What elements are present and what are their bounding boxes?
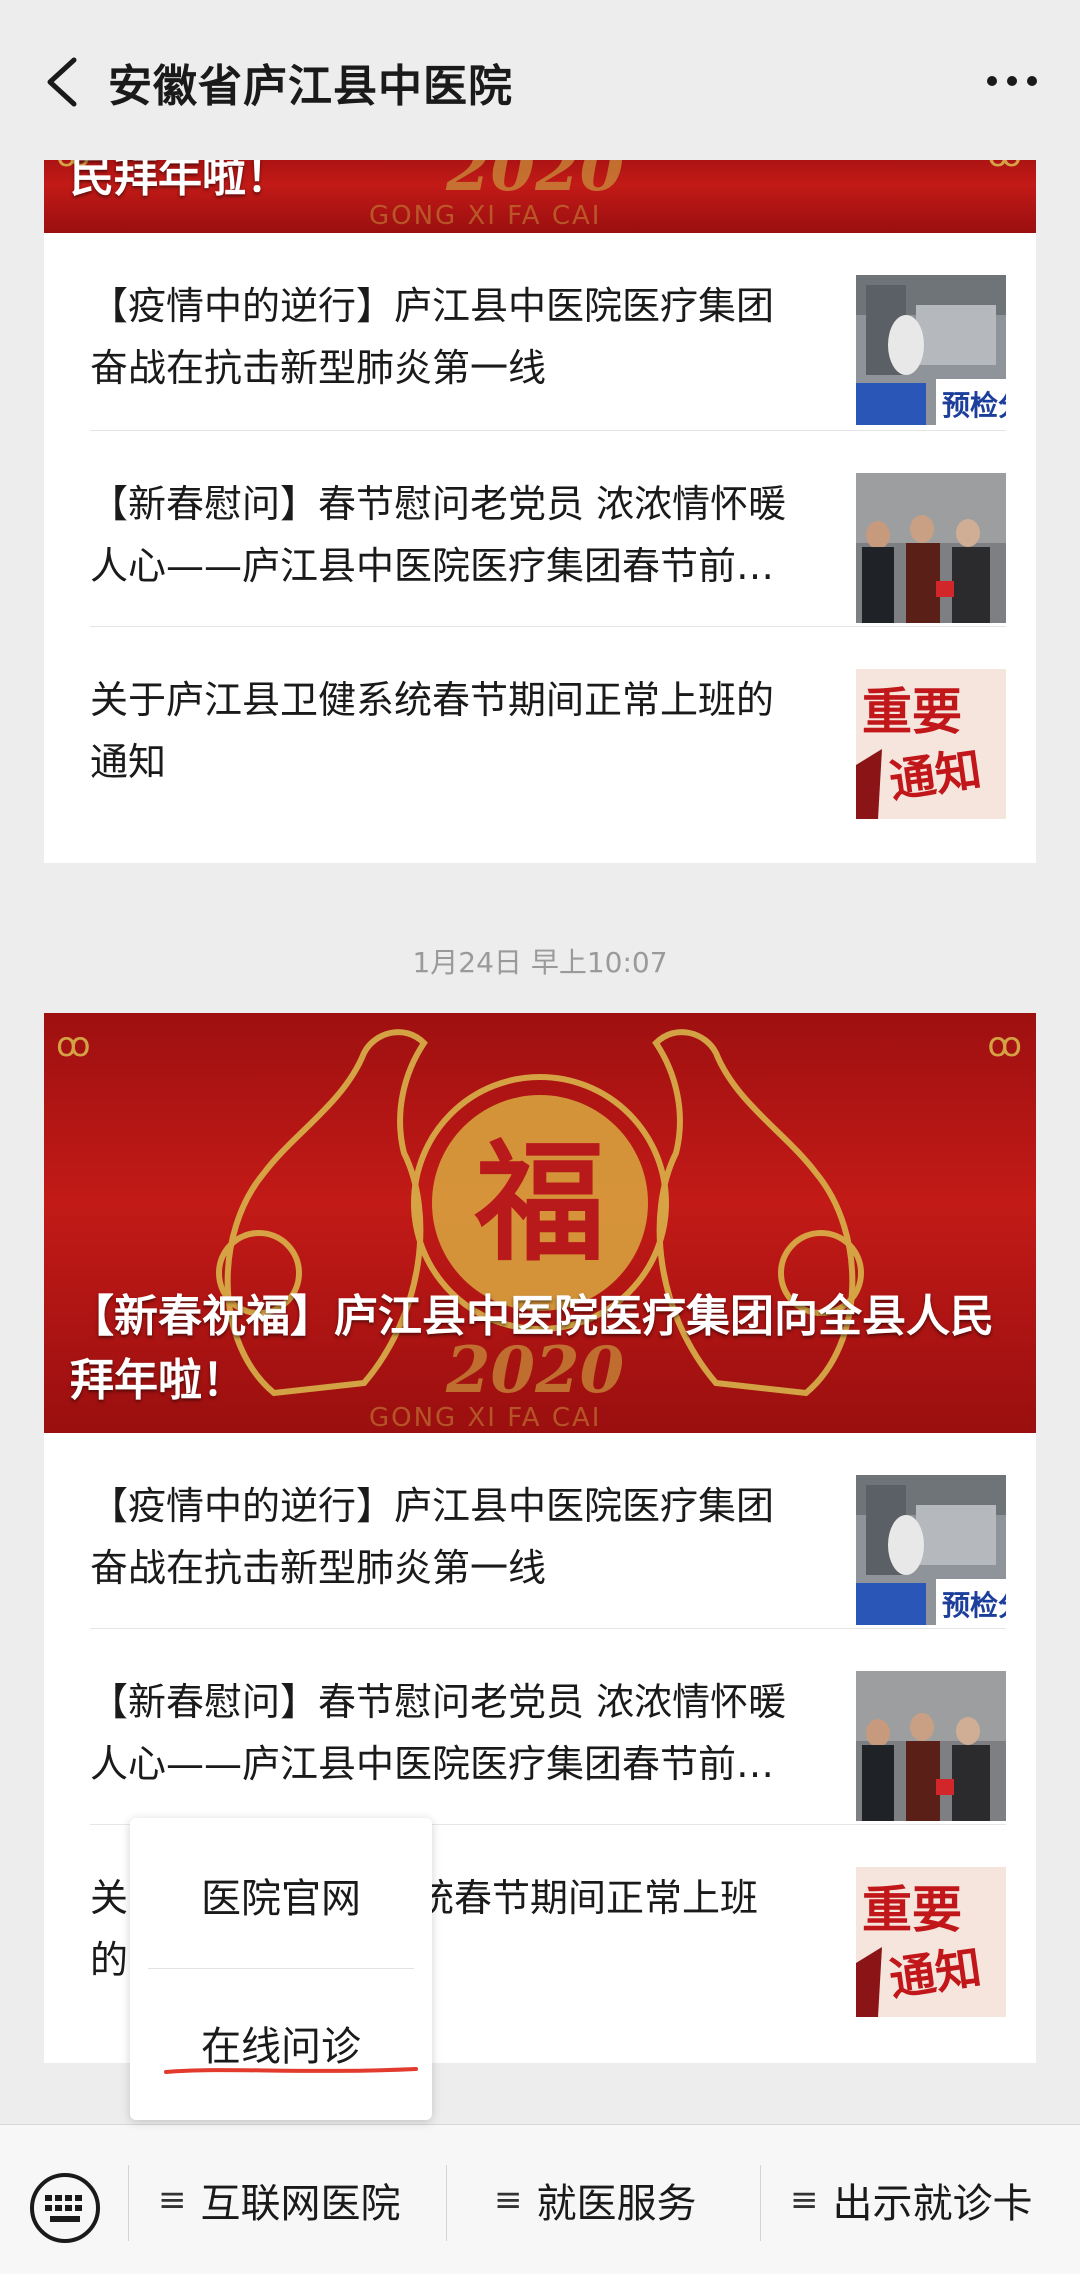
- article-title: 【疫情中的逆行】庐江县中医院医疗集团奋战在抗击新型肺炎第一线: [90, 284, 775, 390]
- article-row[interactable]: 关于庐江县卫健系统春节期间正常上班的通知 重要 通知: [90, 627, 1006, 823]
- submenu-popup: 医院官网 在线问诊: [130, 1818, 432, 2120]
- keyboard-toggle-icon[interactable]: [28, 2171, 102, 2245]
- back-arrow-icon[interactable]: [40, 54, 84, 110]
- submenu-item-online-consultation[interactable]: 在线问诊: [130, 1970, 432, 2116]
- menu-internet-hospital[interactable]: ≡ 互联网医院: [158, 2165, 401, 2235]
- article-thumbnail: 重要 通知: [856, 1867, 1006, 2017]
- menu-divider: [760, 2165, 761, 2241]
- article-thumbnail: 预检分: [856, 275, 1006, 425]
- menu-label: 就医服务: [536, 2181, 697, 2227]
- custom-menu-bar: ≡ 互联网医院 ≡ 就医服务 ≡ 出示就诊卡: [0, 2124, 1080, 2274]
- more-options-icon[interactable]: [984, 66, 1040, 96]
- thumbnail-label: 预检分: [942, 389, 1006, 422]
- submenu-divider: [148, 1968, 414, 1969]
- article-row[interactable]: 【疫情中的逆行】庐江县中医院医疗集团奋战在抗击新型肺炎第一线 预检分: [90, 1433, 1006, 1629]
- menu-lines-icon: ≡: [790, 2180, 819, 2220]
- article-title-end: 的: [90, 1938, 129, 1982]
- article-card: ꝏ ꝏ 2020 GONG XI FA CAI 民拜年啦！ 【疫情中的逆行】庐江…: [44, 145, 1036, 863]
- menu-show-medical-card[interactable]: ≡ 出示就诊卡: [790, 2165, 1033, 2235]
- article-title-start: 关: [90, 1876, 129, 1920]
- cover-title: 【新春祝福】庐江县中医院医疗集团向全县人民拜年啦！: [70, 1291, 994, 1406]
- menu-lines-icon: ≡: [158, 2180, 187, 2220]
- article-row[interactable]: 【疫情中的逆行】庐江县中医院医疗集团奋战在抗击新型肺炎第一线 预检分: [90, 233, 1006, 431]
- navigation-bar: 安徽省庐江县中医院: [0, 0, 1080, 160]
- article-row[interactable]: 【新春慰问】春节慰问老党员 浓浓情怀暖人心——庐江县中医院医疗集团春节前…: [90, 1629, 1006, 1825]
- thumbnail-label: 重要: [862, 1881, 962, 1939]
- page-title: 安徽省庐江县中医院: [108, 61, 513, 112]
- red-underline-annotation: [164, 2067, 418, 2074]
- menu-divider: [446, 2165, 447, 2241]
- thumbnail-label: 预检分: [942, 1589, 1006, 1622]
- article-thumbnail: 预检分: [856, 1475, 1006, 1625]
- article-title-middle: 统春节期间正常上班: [416, 1876, 759, 1920]
- thumbnail-label: 重要: [862, 683, 962, 741]
- article-title: 关于庐江县卫健系统春节期间正常上班的通知: [90, 678, 775, 784]
- article-row[interactable]: 【新春慰问】春节慰问老党员 浓浓情怀暖人心——庐江县中医院医疗集团春节前…: [90, 431, 1006, 627]
- article-title: 【疫情中的逆行】庐江县中医院医疗集团奋战在抗击新型肺炎第一线: [90, 1484, 775, 1590]
- menu-divider: [128, 2165, 129, 2241]
- submenu-item-hospital-website[interactable]: 医院官网: [130, 1822, 432, 1968]
- article-thumbnail: 重要 通知: [856, 669, 1006, 819]
- article-thumbnail: [856, 473, 1006, 623]
- cover-banner[interactable]: ꝏ ꝏ 福 2020 GONG XI FA CAI 【新春祝福】庐江县中医院医疗…: [44, 1013, 1036, 1433]
- fortune-glyph: 福: [474, 1126, 605, 1279]
- article-title: 【新春慰问】春节慰问老党员 浓浓情怀暖人心——庐江县中医院医疗集团春节前…: [90, 1680, 787, 1786]
- article-title: 【新春慰问】春节慰问老党员 浓浓情怀暖人心——庐江县中医院医疗集团春节前…: [90, 482, 787, 588]
- article-thumbnail: [856, 1671, 1006, 1821]
- menu-lines-icon: ≡: [494, 2180, 523, 2220]
- menu-label: 互联网医院: [200, 2181, 401, 2227]
- menu-medical-services[interactable]: ≡ 就医服务: [494, 2165, 697, 2235]
- menu-label: 出示就诊卡: [832, 2181, 1033, 2227]
- message-timestamp: 1月24日 早上10:07: [412, 946, 668, 979]
